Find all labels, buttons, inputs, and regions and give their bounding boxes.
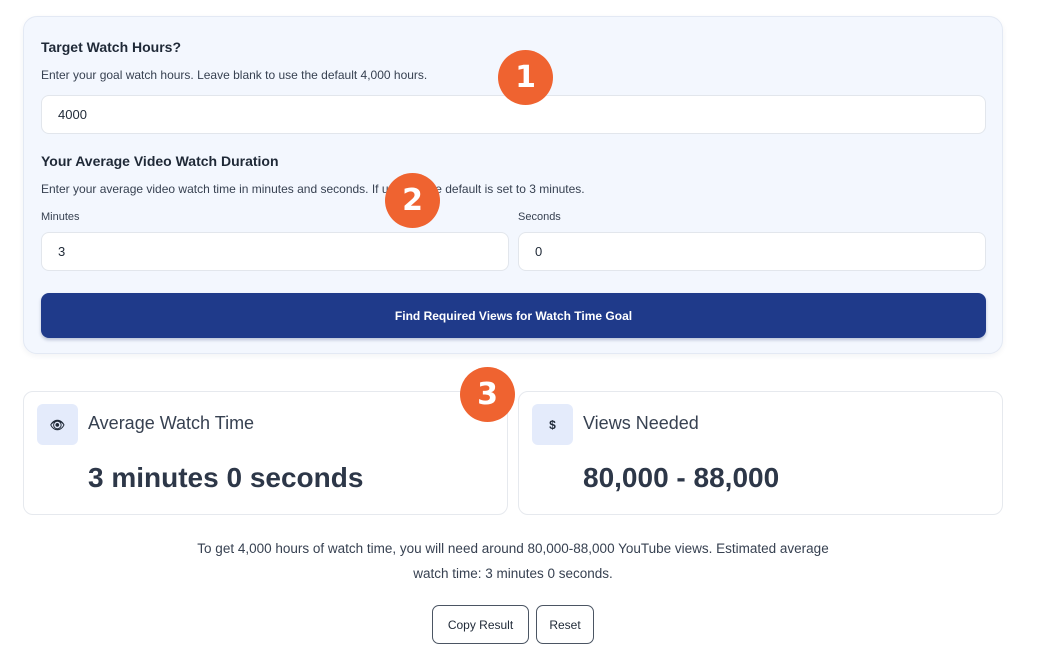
copy-result-button[interactable]: Copy Result bbox=[432, 605, 529, 644]
seconds-label: Seconds bbox=[518, 211, 561, 223]
dollar-icon: $ bbox=[532, 404, 573, 445]
views-needed-value: 80,000 - 88,000 bbox=[583, 462, 780, 493]
seconds-input[interactable] bbox=[518, 232, 986, 271]
views-needed-title: Views Needed bbox=[583, 413, 699, 433]
duration-help: Enter your average video watch time in m… bbox=[41, 182, 585, 196]
step-marker-3: 3 bbox=[460, 367, 515, 422]
minutes-input[interactable] bbox=[41, 232, 509, 271]
average-watch-time-title: Average Watch Time bbox=[88, 413, 255, 433]
average-watch-time-value: 3 minutes 0 seconds bbox=[88, 462, 364, 493]
target-hours-title: Target Watch Hours? bbox=[41, 39, 182, 55]
result-summary: To get 4,000 hours of watch time, you wi… bbox=[120, 536, 906, 586]
reset-button[interactable]: Reset bbox=[536, 605, 594, 644]
summary-line-2: watch time: 3 minutes 0 seconds. bbox=[413, 566, 613, 581]
step-marker-2: 2 bbox=[385, 173, 440, 228]
find-required-views-button[interactable]: Find Required Views for Watch Time Goal bbox=[41, 293, 986, 338]
step-marker-1: 1 bbox=[498, 50, 553, 105]
eye-icon: 👁 bbox=[37, 404, 78, 445]
target-hours-help: Enter your goal watch hours. Leave blank… bbox=[41, 68, 428, 82]
minutes-label: Minutes bbox=[41, 211, 80, 223]
average-watch-time-card: 👁 Average Watch Time 3 minutes 0 seconds bbox=[23, 391, 508, 515]
summary-line-1: To get 4,000 hours of watch time, you wi… bbox=[197, 541, 829, 556]
views-needed-card: $ Views Needed 80,000 - 88,000 bbox=[518, 391, 1003, 515]
duration-title: Your Average Video Watch Duration bbox=[41, 153, 279, 169]
